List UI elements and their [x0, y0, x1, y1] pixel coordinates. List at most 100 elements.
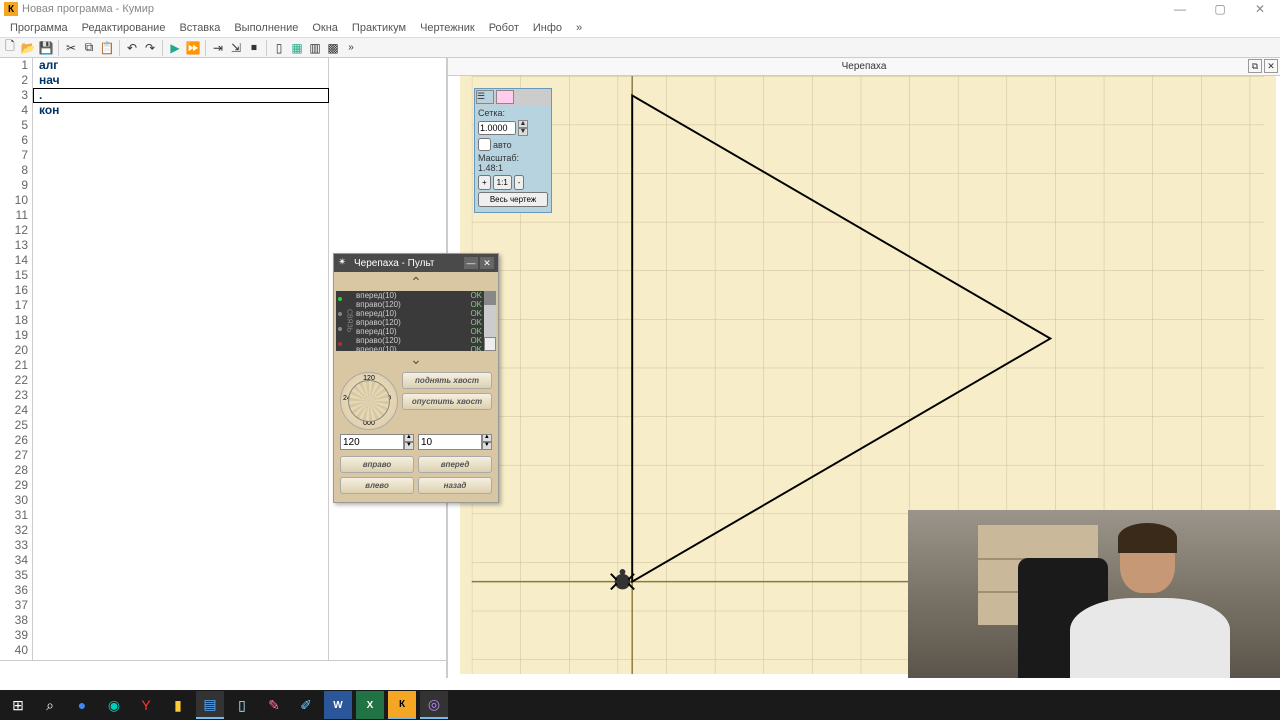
separator [162, 40, 163, 56]
log-row: вперед(10)OK [354, 327, 484, 336]
tail-up-button[interactable]: поднять хвост [402, 372, 492, 389]
menu-info[interactable]: Инфо [527, 20, 568, 36]
code-line: нач [39, 73, 328, 88]
zoom-11-button[interactable]: 1:1 [493, 175, 512, 190]
minimize-button[interactable]: — [1160, 0, 1200, 18]
line-gutter: 1234567891011121314151617181920212223242… [0, 58, 33, 660]
run-icon[interactable]: ▶ [167, 40, 183, 56]
dist-down[interactable]: ▼ [482, 442, 492, 450]
remote-minimize-button[interactable]: — [464, 257, 478, 269]
layout3-icon[interactable]: ▥ [307, 40, 323, 56]
step-icon[interactable]: ⇥ [210, 40, 226, 56]
back-button[interactable]: назад [418, 477, 492, 494]
fit-button[interactable]: Весь чертеж [478, 192, 548, 207]
turtle-remote-window[interactable]: ✴ Черепаха - Пульт — ✕ ⌃ СВЯЗЬ вперед(10… [333, 253, 499, 503]
stop-icon[interactable]: ⏹ [246, 40, 262, 56]
taskmanager-icon[interactable]: ▤ [196, 691, 224, 719]
left-button[interactable]: влево [340, 477, 414, 494]
app-icon: К [4, 2, 18, 16]
edge-icon[interactable]: ◉ [100, 691, 128, 719]
canvas-detach-icon[interactable]: ⧉ [1248, 59, 1262, 73]
chrome-icon[interactable]: ● [68, 691, 96, 719]
layout1-icon[interactable]: ▯ [271, 40, 287, 56]
log-row: вперед(10)OK [354, 291, 484, 300]
window-title: Новая программа - Кумир [22, 3, 154, 15]
new-icon[interactable]: 🗋 [2, 40, 18, 56]
grid-value-input[interactable] [478, 121, 516, 135]
auto-checkbox[interactable] [478, 138, 491, 151]
redo-icon[interactable]: ↷ [142, 40, 158, 56]
log-row: вправо(120)OK [354, 318, 484, 327]
scroll-up-icon[interactable]: ⌃ [336, 274, 496, 291]
command-log: СВЯЗЬ вперед(10)OKвправо(120)OKвперед(10… [336, 291, 496, 351]
webcam-overlay [908, 510, 1280, 678]
code-line: кон [39, 103, 328, 118]
save-icon[interactable]: 💾 [38, 40, 54, 56]
open-icon[interactable]: 📂 [20, 40, 36, 56]
tail-down-button[interactable]: опустить хвост [402, 393, 492, 410]
zoom-minus-button[interactable]: - [514, 175, 525, 190]
menu-edit[interactable]: Редактирование [76, 20, 172, 36]
menu-robot[interactable]: Робот [483, 20, 525, 36]
paste-icon[interactable]: 📋 [99, 40, 115, 56]
menu-insert[interactable]: Вставка [173, 20, 226, 36]
paint-icon[interactable]: ✎ [260, 691, 288, 719]
remote-close-button[interactable]: ✕ [480, 257, 494, 269]
copy-icon[interactable]: ⧉ [81, 40, 97, 56]
menu-program[interactable]: Программа [4, 20, 74, 36]
zoom-plus-button[interactable]: + [478, 175, 491, 190]
right-button[interactable]: вправо [340, 456, 414, 473]
turtle-icon: ✴ [338, 257, 350, 269]
step-into-icon[interactable]: ⇲ [228, 40, 244, 56]
layout2-icon[interactable]: ▦ [289, 40, 305, 56]
angle-input[interactable] [340, 434, 404, 450]
grid-settings-panel[interactable]: ☰ Сетка: ▲ ▼ авто Масштаб: 1.48:1 [474, 88, 552, 213]
grid-tab-lines-icon[interactable]: ☰ [476, 90, 494, 104]
grid-spin-down[interactable]: ▼ [518, 128, 528, 136]
start-icon[interactable]: ⊞ [4, 691, 32, 719]
code-line: алг [39, 58, 328, 73]
log-row: вперед(10)OK [354, 309, 484, 318]
code-statusbar [0, 660, 446, 678]
scroll-thumb-bottom[interactable] [484, 337, 496, 351]
log-row: вправо(120)OK [354, 300, 484, 309]
layout4-icon[interactable]: ▩ [325, 40, 341, 56]
log-row: вправо(120)OK [354, 336, 484, 345]
grid-tab-color-icon[interactable] [496, 90, 514, 104]
menu-more[interactable]: » [570, 20, 588, 36]
more-icon[interactable]: » [343, 40, 359, 56]
angle-up[interactable]: ▲ [404, 434, 414, 442]
scale-label: Масштаб: [478, 153, 548, 163]
code-editor[interactable]: алгнач.кон [33, 58, 328, 660]
taskbar: ⊞ ⌕ ● ◉ Y ▮ ▤ ▯ ✎ ✐ W X К ◎ [0, 690, 1280, 720]
canvas-close-icon[interactable]: ✕ [1264, 59, 1278, 73]
menu-windows[interactable]: Окна [306, 20, 344, 36]
dist-up[interactable]: ▲ [482, 434, 492, 442]
kumir-icon[interactable]: К [388, 691, 416, 719]
yandex-icon[interactable]: Y [132, 691, 160, 719]
cut-icon[interactable]: ✂ [63, 40, 79, 56]
maximize-button[interactable]: ▢ [1200, 0, 1240, 18]
angle-dial[interactable]: 120 240 60 000 [340, 372, 398, 430]
undo-icon[interactable]: ↶ [124, 40, 140, 56]
search-icon[interactable]: ⌕ [36, 691, 64, 719]
scroll-thumb-top[interactable] [484, 291, 496, 305]
pen-icon[interactable]: ✐ [292, 691, 320, 719]
angle-down[interactable]: ▼ [404, 442, 414, 450]
run-fast-icon[interactable]: ⏩ [185, 40, 201, 56]
forward-button[interactable]: вперед [418, 456, 492, 473]
grid-spin-up[interactable]: ▲ [518, 120, 528, 128]
notepad-icon[interactable]: ▯ [228, 691, 256, 719]
menu-execute[interactable]: Выполнение [228, 20, 304, 36]
excel-icon[interactable]: X [356, 691, 384, 719]
log-scrollbar[interactable] [484, 291, 496, 351]
menu-drafter[interactable]: Чертежник [414, 20, 481, 36]
menu-practicum[interactable]: Практикум [346, 20, 412, 36]
close-button[interactable]: ✕ [1240, 0, 1280, 18]
dist-input[interactable] [418, 434, 482, 450]
explorer-icon[interactable]: ▮ [164, 691, 192, 719]
obs-icon[interactable]: ◎ [420, 691, 448, 719]
scroll-down-icon[interactable]: ⌄ [336, 351, 496, 368]
turtle-remote-titlebar[interactable]: ✴ Черепаха - Пульт — ✕ [334, 254, 498, 272]
word-icon[interactable]: W [324, 691, 352, 719]
